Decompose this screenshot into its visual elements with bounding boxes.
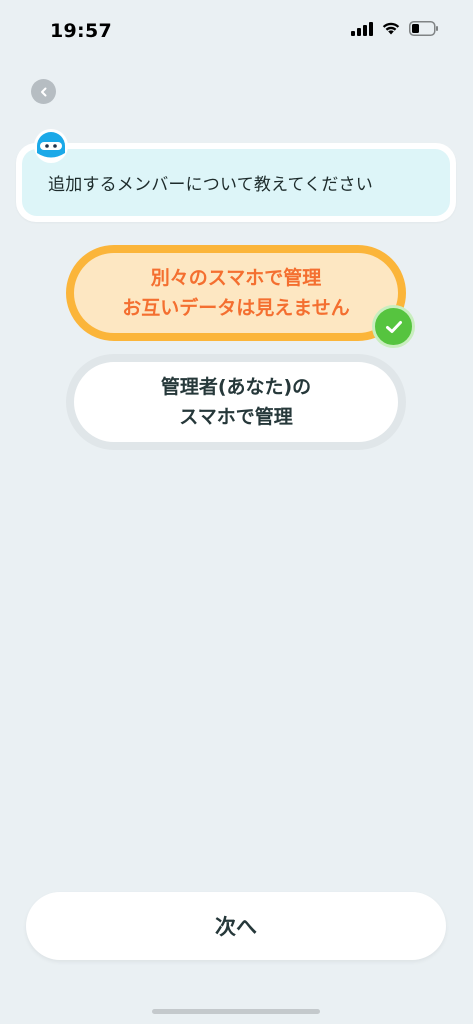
- status-bar: 19:57: [0, 0, 473, 54]
- wifi-icon: [381, 21, 401, 40]
- next-button[interactable]: 次へ: [26, 892, 446, 960]
- option-admin-phone[interactable]: 管理者(あなた)の スマホで管理: [66, 354, 406, 450]
- status-time: 19:57: [50, 20, 112, 42]
- prompt-text: 追加するメンバーについて教えてください: [22, 149, 450, 216]
- home-indicator: [152, 1009, 320, 1014]
- option-separate-phones[interactable]: 別々のスマホで管理 お互いデータは見えません: [66, 245, 406, 341]
- checkmark-icon: [372, 305, 415, 348]
- back-button[interactable]: [31, 79, 56, 104]
- mascot-icon: [32, 126, 70, 164]
- chevron-left-icon: [39, 82, 49, 101]
- battery-icon: [409, 21, 439, 40]
- prompt-bubble: 追加するメンバーについて教えてください: [16, 143, 456, 222]
- signal-icon: [351, 21, 373, 40]
- option-separate-phones-line2: お互いデータは見えません: [122, 297, 350, 319]
- status-icons: [351, 21, 439, 40]
- option-separate-phones-line1: 別々のスマホで管理: [150, 267, 322, 289]
- option-admin-phone-line2: スマホで管理: [179, 406, 293, 428]
- option-admin-phone-line1: 管理者(あなた)の: [160, 376, 312, 398]
